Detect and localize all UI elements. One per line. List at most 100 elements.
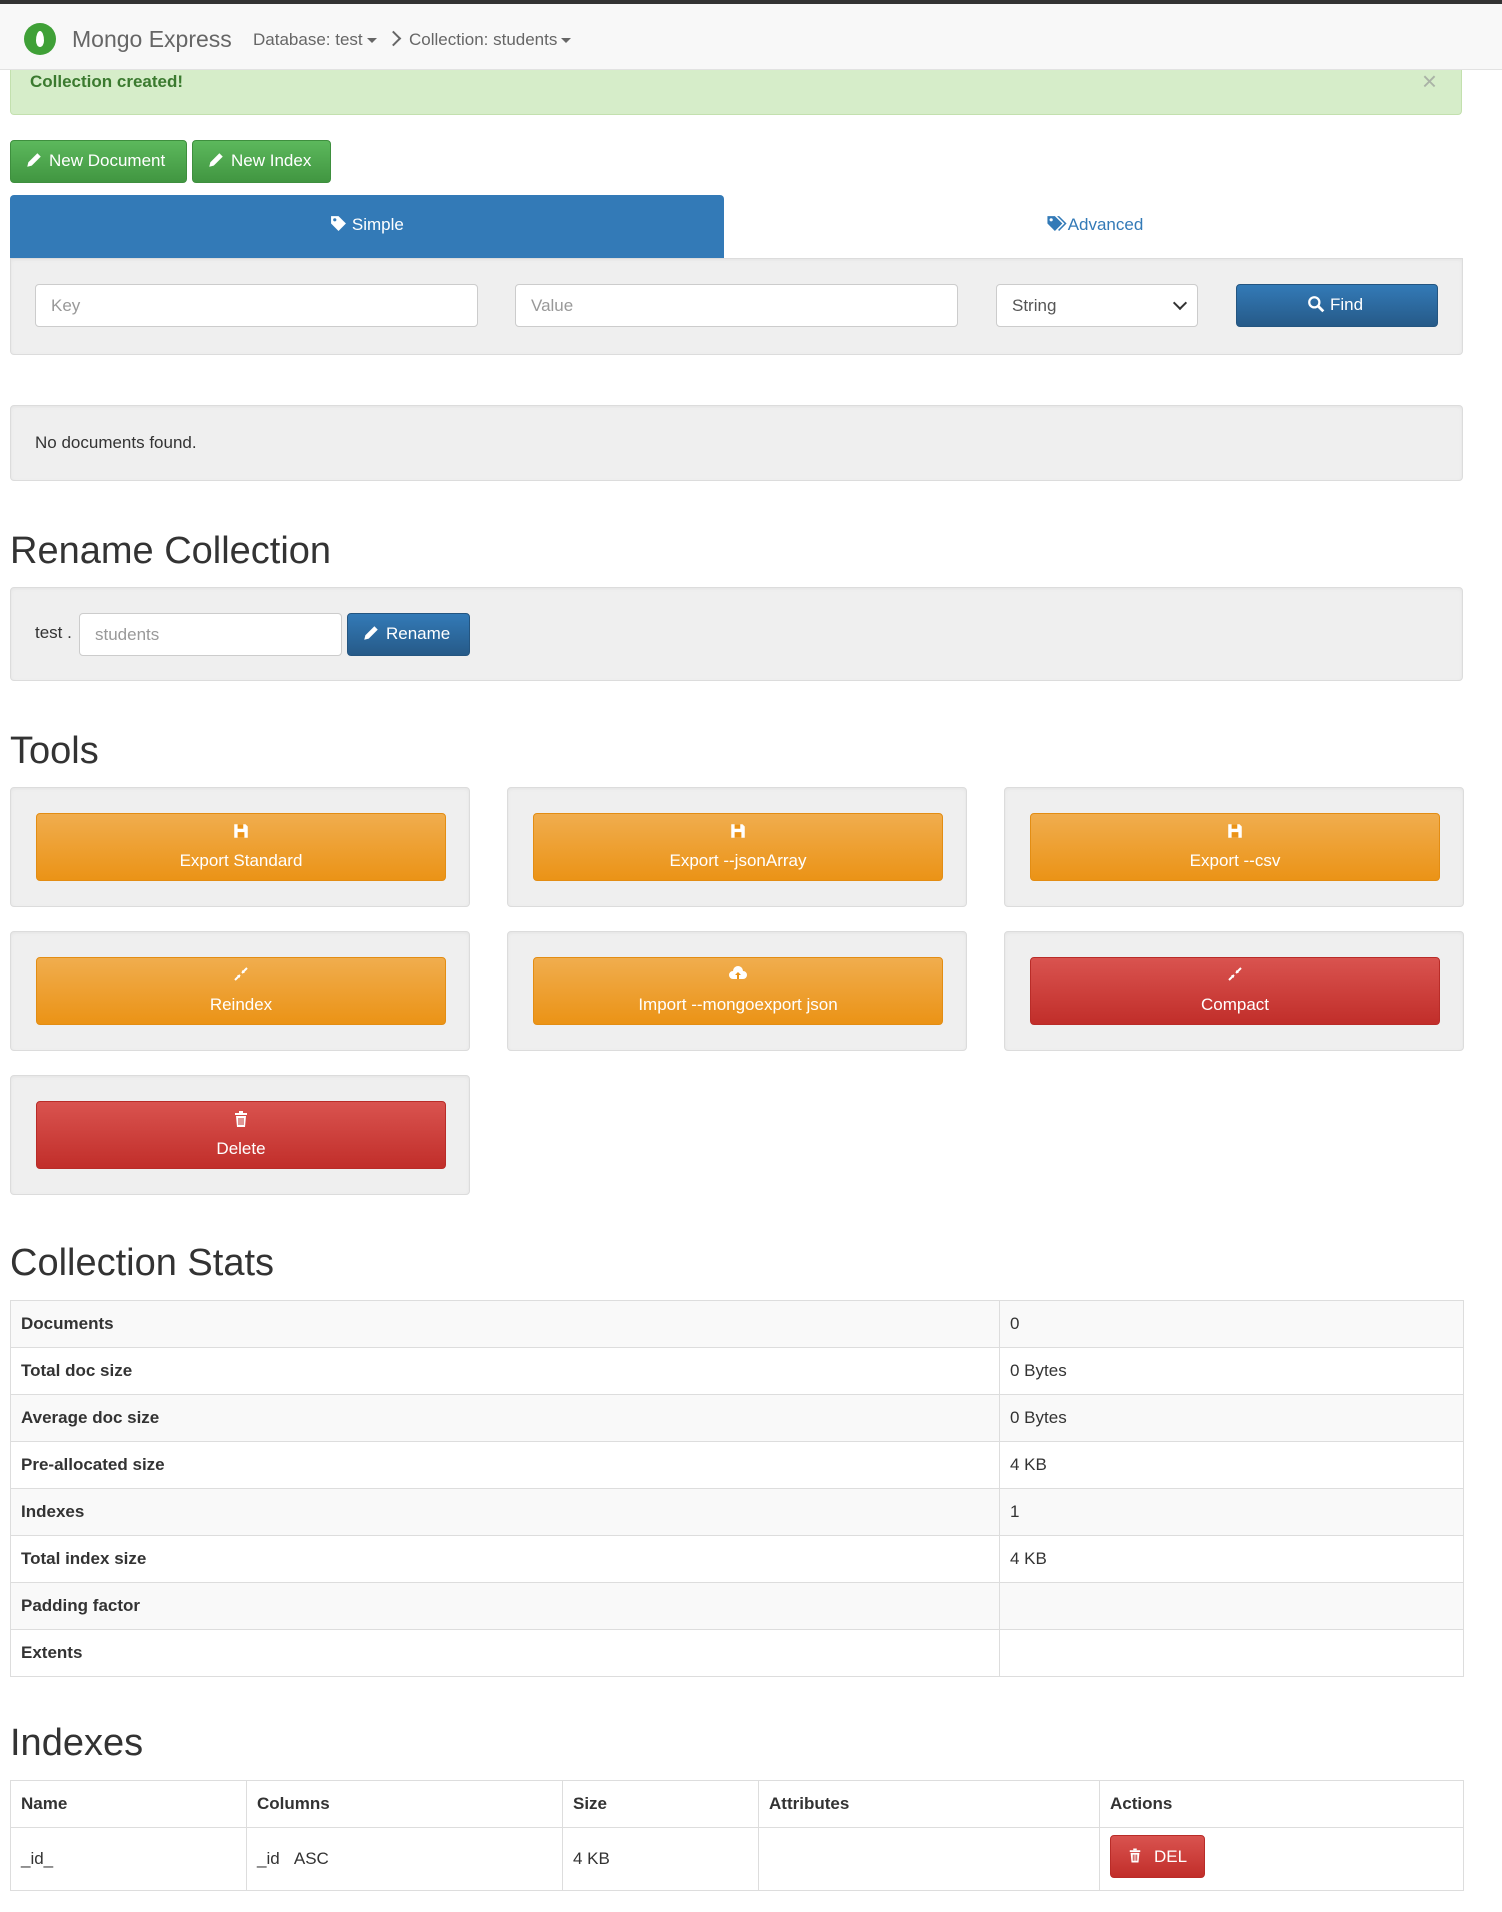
search-icon	[1307, 295, 1325, 318]
rename-button[interactable]: Rename	[347, 613, 470, 656]
delete-index-button[interactable]: DEL	[1110, 1835, 1205, 1878]
new-index-label: New Index	[231, 151, 312, 170]
tool-label: Compact	[1200, 995, 1270, 1014]
tool-panel: Export --jsonArray	[507, 787, 967, 907]
reindex-button[interactable]: Reindex	[36, 957, 446, 1025]
table-row: Extents	[10, 1629, 1464, 1677]
key-input[interactable]	[35, 284, 478, 327]
table-row: Padding factor	[10, 1582, 1464, 1630]
compress-icon	[37, 966, 445, 987]
close-icon[interactable]: ×	[1422, 68, 1437, 94]
delete-index-label: DEL	[1154, 1847, 1188, 1866]
tool-panel: Reindex	[10, 931, 470, 1051]
tab-advanced[interactable]: Advanced	[727, 195, 1462, 258]
index-attributes	[758, 1827, 1100, 1891]
indexes-heading: Indexes	[10, 1722, 144, 1764]
stat-value	[999, 1629, 1464, 1677]
compress-icon	[1031, 966, 1439, 987]
stat-label: Extents	[10, 1629, 1000, 1677]
new-index-button[interactable]: New Index	[192, 140, 331, 183]
type-select[interactable]: String	[996, 284, 1198, 327]
column-header: Name	[10, 1780, 247, 1828]
tool-panel: Delete	[10, 1075, 470, 1195]
tool-panel: Export --csv	[1004, 787, 1464, 907]
stat-value: 1	[999, 1488, 1464, 1536]
collection-dropdown[interactable]: Collection: students	[409, 30, 572, 50]
index-column-order: ASC	[293, 1849, 329, 1868]
index-actions: DEL	[1099, 1827, 1464, 1891]
caret-down-icon	[561, 38, 572, 44]
column-header: Actions	[1099, 1780, 1464, 1828]
export-jsonarray-button[interactable]: Export --jsonArray	[533, 813, 943, 881]
table-row: Indexes 1	[10, 1488, 1464, 1536]
stat-label: Total doc size	[10, 1347, 1000, 1395]
tool-panel: Import --mongoexport json	[507, 931, 967, 1051]
pencil-icon	[362, 624, 380, 647]
index-name: _id_	[10, 1827, 247, 1891]
no-documents-message: No documents found.	[35, 433, 197, 452]
new-document-label: New Document	[49, 151, 166, 170]
stat-value: 4 KB	[999, 1535, 1464, 1583]
tags-icon	[1046, 215, 1068, 234]
table-row: Pre-allocated size 4 KB	[10, 1441, 1464, 1489]
search-panel: String Find	[10, 258, 1463, 355]
export-csv-button[interactable]: Export --csv	[1030, 813, 1440, 881]
pencil-icon	[207, 151, 225, 174]
database-label: Database: test	[253, 30, 363, 49]
table-row: Documents 0	[10, 1300, 1464, 1348]
tab-simple[interactable]: Simple	[10, 195, 724, 258]
tool-label: Delete	[216, 1139, 266, 1158]
table-row: Total doc size 0 Bytes	[10, 1347, 1464, 1395]
brand-title[interactable]: Mongo Express	[72, 26, 232, 53]
stat-value: 0	[999, 1300, 1464, 1348]
save-icon	[534, 822, 942, 845]
rename-heading: Rename Collection	[10, 530, 332, 572]
tool-label: Export --jsonArray	[669, 851, 807, 870]
new-document-button[interactable]: New Document	[10, 140, 187, 183]
stat-label: Pre-allocated size	[10, 1441, 1000, 1489]
tab-advanced-label: Advanced	[1067, 215, 1144, 234]
tool-label: Export Standard	[179, 851, 303, 870]
table-row: Average doc size 0 Bytes	[10, 1394, 1464, 1442]
chevron-down-icon	[1172, 295, 1188, 311]
rename-panel: test . Rename	[10, 587, 1463, 681]
collection-stats-heading: Collection Stats	[10, 1242, 275, 1284]
table-row: _id_ _id ASC 4 KB DEL	[10, 1827, 1464, 1891]
rename-input[interactable]	[79, 613, 342, 656]
trash-icon	[1128, 1847, 1142, 1869]
index-columns: _id ASC	[246, 1827, 563, 1891]
export-standard-button[interactable]: Export Standard	[36, 813, 446, 881]
find-label: Find	[1330, 295, 1364, 314]
value-input[interactable]	[515, 284, 958, 327]
tools-heading: Tools	[10, 730, 99, 772]
delete-collection-button[interactable]: Delete	[36, 1101, 446, 1169]
stat-value	[999, 1582, 1464, 1630]
caret-down-icon	[366, 38, 377, 44]
tool-panel: Export Standard	[10, 787, 470, 907]
tool-panel: Compact	[1004, 931, 1464, 1051]
stat-label: Indexes	[10, 1488, 1000, 1536]
import-mongoexport-button[interactable]: Import --mongoexport json	[533, 957, 943, 1025]
stat-label: Documents	[10, 1300, 1000, 1348]
stat-value: 4 KB	[999, 1441, 1464, 1489]
mongo-leaf-icon[interactable]	[24, 23, 56, 55]
chevron-right-icon	[385, 30, 402, 47]
index-column-field: _id	[257, 1849, 280, 1868]
column-header: Size	[562, 1780, 759, 1828]
tool-label: Export --csv	[1189, 851, 1281, 870]
save-icon	[1031, 822, 1439, 845]
table-header-row: Name Columns Size Attributes Actions	[10, 1780, 1464, 1828]
navbar: Mongo Express Database: test Collection:…	[0, 4, 1502, 70]
type-select-value: String	[1012, 296, 1057, 315]
stat-value: 0 Bytes	[999, 1394, 1464, 1442]
index-size: 4 KB	[562, 1827, 759, 1891]
cloud-upload-icon	[534, 966, 942, 987]
rename-label: Rename	[386, 624, 451, 643]
table-row: Total index size 4 KB	[10, 1535, 1464, 1583]
stat-label: Total index size	[10, 1535, 1000, 1583]
compact-button[interactable]: Compact	[1030, 957, 1440, 1025]
stat-value: 0 Bytes	[999, 1347, 1464, 1395]
find-button[interactable]: Find	[1236, 284, 1438, 327]
collection-stats-table: Documents 0 Total doc size 0 Bytes Average…	[10, 1300, 1464, 1677]
database-dropdown[interactable]: Database: test	[253, 30, 377, 50]
